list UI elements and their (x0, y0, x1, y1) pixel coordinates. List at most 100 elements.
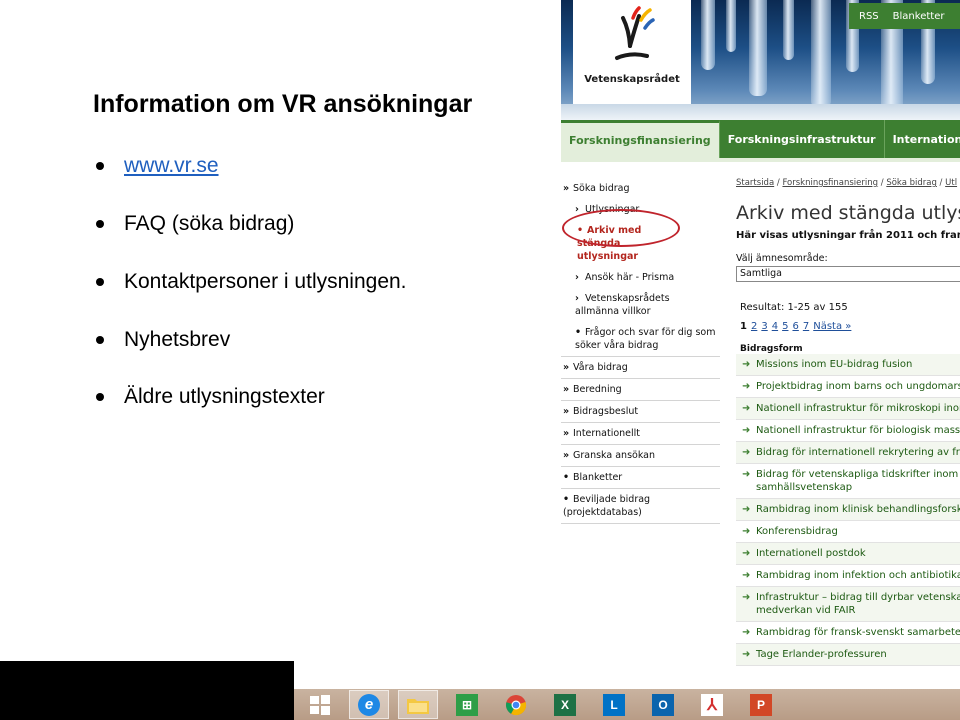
arrow-right-icon: ➜ (742, 425, 751, 436)
blanketter-link[interactable]: Blanketter (893, 11, 945, 22)
menu-item-internationellt[interactable]: » Internationellt (561, 423, 720, 445)
folder-icon (407, 698, 429, 714)
menu-divider (561, 523, 720, 524)
content-area: Startsida / Forskningsfinansiering / Sök… (736, 178, 960, 666)
taskbar-store[interactable]: ⊞ (447, 690, 487, 719)
acrobat-icon: ⅄ (701, 693, 723, 716)
menu-item-ansok-prisma[interactable]: › Ansök här - Prisma (561, 267, 720, 288)
bullet-text: Äldre utlysningstexter (124, 385, 325, 408)
arrow-right-icon: ➜ (742, 447, 751, 458)
internet-explorer-icon: e (358, 693, 380, 716)
subject-select[interactable]: Samtliga (736, 266, 960, 282)
page-current: 1 (740, 321, 747, 332)
bullet-dot (96, 336, 104, 344)
vr-logo[interactable]: Vetenskapsrådet (573, 0, 691, 104)
taskbar-acrobat[interactable]: ⅄ (692, 690, 732, 719)
page-title: Arkiv med stängda utlys (736, 202, 960, 224)
vr-website-link[interactable]: www.vr.se (124, 154, 219, 178)
tab-forskningsfinansiering[interactable]: Forskningsfinansiering (561, 120, 720, 158)
arrow-right-icon: ➜ (742, 627, 751, 638)
breadcrumb-item[interactable]: Forskningsfinansiering (782, 178, 878, 188)
page-link[interactable]: 2 (751, 321, 757, 332)
website-screenshot: Vetenskapsrådet RSS Blanketter Forskning… (561, 0, 960, 690)
store-icon: ⊞ (456, 693, 478, 716)
menu-item-granska[interactable]: » Granska ansökan (561, 445, 720, 467)
arrow-right-icon: ➜ (742, 504, 751, 515)
taskbar-lync[interactable]: L (594, 690, 634, 719)
tab-forskningsinfrastruktur[interactable]: Forskningsinfrastruktur (720, 120, 885, 158)
page-link[interactable]: 6 (792, 321, 798, 332)
icicle-image (811, 0, 831, 108)
grant-row[interactable]: ➜ Rambidrag inom infektion och antibiotik… (736, 565, 960, 587)
grant-row[interactable]: ➜ Internationell postdok (736, 543, 960, 565)
powerpoint-icon: P (750, 693, 772, 716)
icicle-image (726, 0, 736, 52)
bullet-dot (96, 278, 104, 286)
bullet-faq: FAQ (söka bidrag) (96, 212, 294, 236)
page-link[interactable]: 5 (782, 321, 788, 332)
bullet-newsletter: Nyhetsbrev (96, 328, 230, 352)
bullet-old-texts: Äldre utlysningstexter (96, 385, 325, 409)
taskbar-powerpoint[interactable]: P (741, 690, 781, 719)
start-button[interactable] (300, 690, 340, 719)
menu-item-fragor-svar[interactable]: • Frågor och svar för dig som söker våra … (561, 322, 720, 357)
grant-row[interactable]: ➜ Rambidrag inom klinisk behandlingsforsk… (736, 499, 960, 521)
menu-item-vara-bidrag[interactable]: » Våra bidrag (561, 357, 720, 379)
slide-title: Information om VR ansökningar (93, 90, 473, 118)
rss-link[interactable]: RSS (859, 11, 879, 22)
bullet-vr-link[interactable]: www.vr.se (96, 154, 219, 178)
bullet-contacts: Kontaktpersoner i utlysningen. (96, 270, 407, 294)
menu-item-beviljade[interactable]: • Beviljade bidrag (projektdatabas) (561, 489, 671, 523)
grant-row[interactable]: ➜ Rambidrag för fransk-svenskt samarbete … (736, 622, 960, 644)
grants-header: Bidragsform (740, 344, 803, 354)
snow-strip (561, 104, 960, 120)
menu-item-beredning[interactable]: » Beredning (561, 379, 720, 401)
menu-item-soka-bidrag[interactable]: » Söka bidrag (561, 178, 720, 199)
icicle-image (749, 0, 767, 96)
excel-icon: X (554, 693, 576, 716)
taskbar-outlook[interactable]: O (643, 690, 683, 719)
grant-row[interactable]: ➜ Nationell infrastruktur för mikroskopi … (736, 398, 960, 420)
menu-item-allmanna-villkor[interactable]: › Vetenskapsrådets allmänna villkor (561, 288, 711, 322)
grant-row[interactable]: ➜ Nationell infrastruktur för biologisk m… (736, 420, 960, 442)
next-page-link[interactable]: Nästa » (813, 321, 851, 332)
taskbar-excel[interactable]: X (545, 690, 585, 719)
grant-row[interactable]: ➜ Projektbidrag inom barns och ungdomars (736, 376, 960, 398)
windows-logo-icon (310, 694, 330, 715)
vr-logo-icon (615, 6, 655, 60)
taskbar-chrome[interactable] (496, 690, 536, 719)
breadcrumb-item[interactable]: Startsida (736, 178, 774, 188)
highlight-circle (562, 209, 680, 247)
grant-row[interactable]: ➜ Infrastruktur – bidrag till dyrbar vete… (736, 587, 960, 622)
bullet-text: Nyhetsbrev (124, 328, 231, 351)
taskbar-file-explorer[interactable] (398, 690, 438, 719)
menu-item-blanketter[interactable]: • Blanketter (561, 467, 720, 489)
page-link[interactable]: 3 (761, 321, 767, 332)
bullet-dot (96, 162, 104, 170)
grant-row[interactable]: ➜ Missions inom EU-bidrag fusion (736, 354, 960, 376)
arrow-right-icon: ➜ (742, 526, 751, 537)
arrow-right-icon: ➜ (742, 469, 751, 480)
bullet-dot (96, 220, 104, 228)
logo-text: Vetenskapsrådet (584, 74, 680, 85)
site-banner: Vetenskapsrådet RSS Blanketter (561, 0, 960, 120)
bullet-text: Kontaktpersoner i utlysningen. (124, 270, 407, 293)
black-block (0, 661, 294, 720)
tab-internationellt[interactable]: Internationellt sa (885, 120, 960, 158)
main-nav: Forskningsfinansiering Forskningsinfrast… (561, 120, 960, 158)
nav-underline (561, 158, 960, 162)
arrow-right-icon: ➜ (742, 403, 751, 414)
result-count: Resultat: 1-25 av 155 (740, 302, 848, 313)
grant-row[interactable]: ➜ Bidrag för vetenskapliga tidskrifter in… (736, 464, 960, 499)
breadcrumb-item[interactable]: Utl (945, 178, 957, 188)
taskbar-internet-explorer[interactable]: e (349, 690, 389, 719)
arrow-right-icon: ➜ (742, 592, 751, 603)
page-link[interactable]: 7 (803, 321, 809, 332)
breadcrumb: Startsida / Forskningsfinansiering / Sök… (736, 178, 958, 188)
page-link[interactable]: 4 (772, 321, 778, 332)
grant-row[interactable]: ➜ Konferensbidrag (736, 521, 960, 543)
breadcrumb-item[interactable]: Söka bidrag (886, 178, 937, 188)
grant-row[interactable]: ➜ Bidrag för internationell rekrytering a… (736, 442, 960, 464)
menu-item-bidragsbeslut[interactable]: » Bidragsbeslut (561, 401, 720, 423)
grant-row[interactable]: ➜ Tage Erlander-professuren (736, 644, 960, 666)
